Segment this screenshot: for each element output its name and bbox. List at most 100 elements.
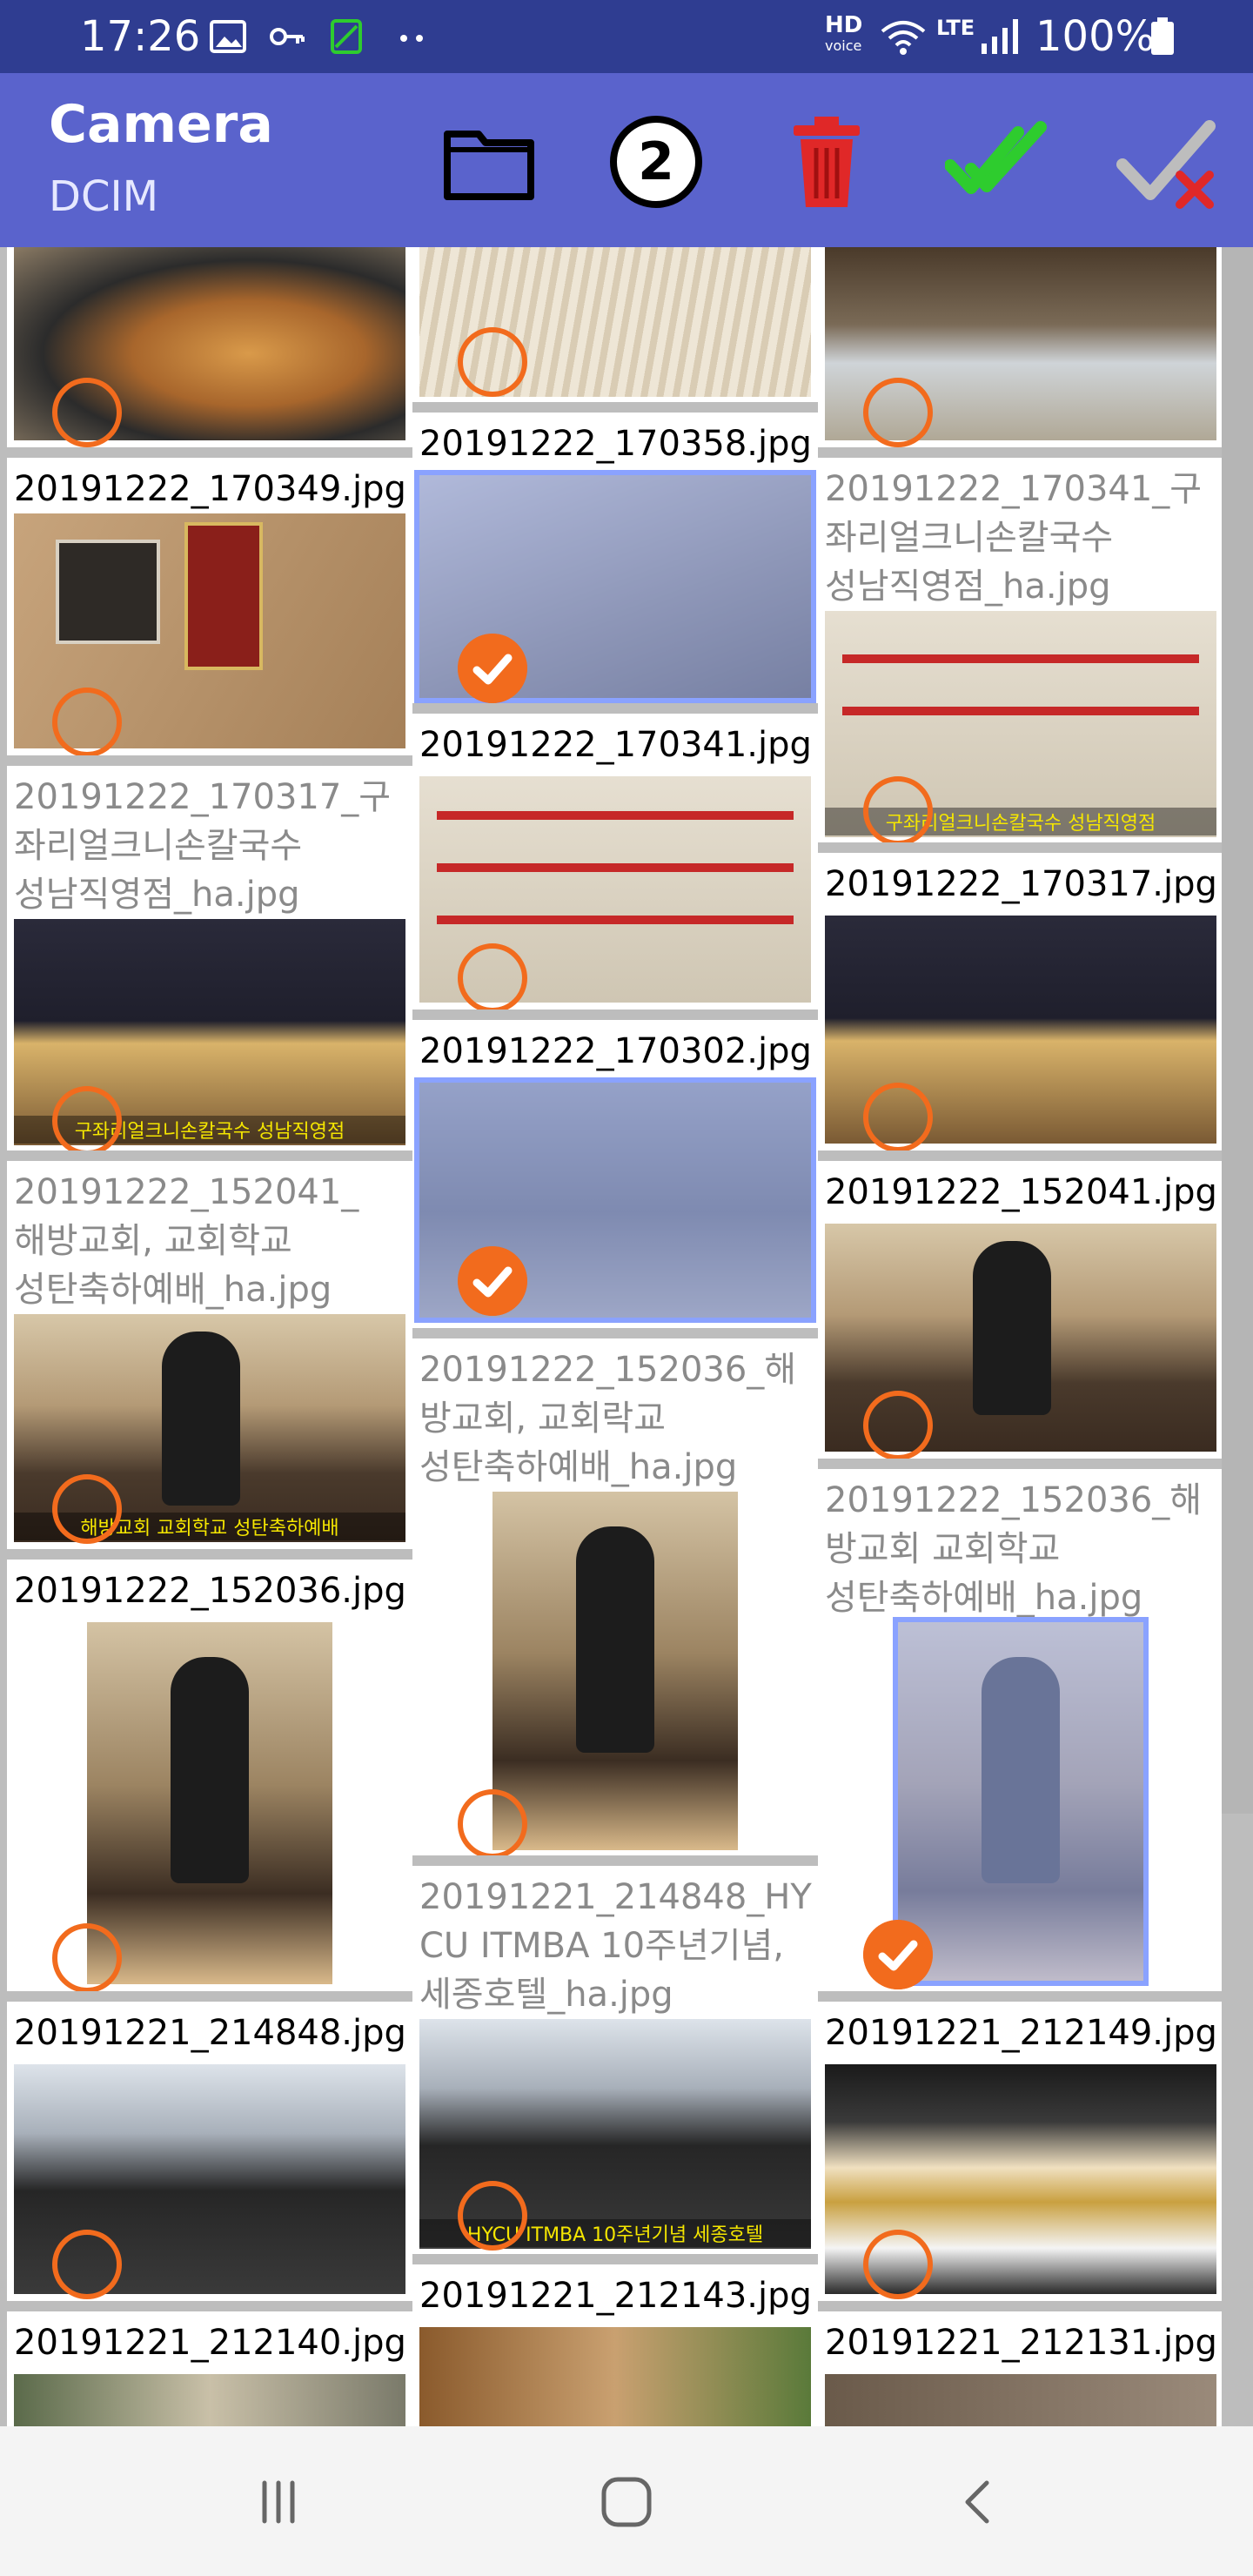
select-circle-icon[interactable] [52,1086,122,1150]
notice-board [184,522,263,670]
photo-cell[interactable]: 20191222_152036.jpg [7,1560,412,1996]
file-name: 20191222_152041_ 해방교회, 교회학교 성탄축하예배_ha.jp… [14,1172,359,1310]
person-figure [576,1526,654,1753]
photo-thumbnail[interactable] [419,2327,811,2426]
person-figure [171,1657,249,1883]
lte-label: LTE [936,16,975,40]
recents-icon [262,2480,295,2524]
photo-cell[interactable]: 20191222_152036_해 방교회, 교회락교 성탄축하예배_ha.jp… [412,1338,818,1861]
photo-cell[interactable]: 20191222_152036_해 방교회 교회학교 성탄축하예배_ha.jpg [818,1469,1223,1996]
file-name: 20191222_170358.jpg [419,424,812,464]
selection-overlay [898,1622,1143,1981]
voice-label: voice [825,37,862,54]
file-name: 20191221_214848.jpg [14,2013,406,2053]
back-icon [965,2480,989,2524]
select-all-button[interactable] [943,108,1051,216]
menu-line [437,811,794,820]
photo-cell[interactable]: 20191222_170358.jpg [412,413,818,708]
select-circle-icon[interactable] [863,2230,933,2299]
select-circle-icon[interactable] [458,327,527,397]
photo-cell[interactable]: 20191222_170349.jpg [7,458,412,761]
photo-cell[interactable]: 20191221_214848_HY CU ITMBA 10주년기념, 세종호텔… [412,1866,818,2259]
select-circle-icon[interactable] [863,1391,933,1459]
status-time: 17:26 [80,12,201,61]
file-name: 20191221_212131.jpg [825,2323,1217,2363]
photo-cell[interactable]: 20191222_170341.jpg [412,714,818,1015]
photo-cell[interactable]: 20191222_170302.jpg [412,1020,818,1333]
photo-cell[interactable]: 20191222_170341_구 좌리얼크니손칼국수 성남직영점_ha.jpg… [818,458,1223,848]
photo-thumbnail[interactable] [492,1492,738,1850]
screen-icon [331,19,362,54]
app-bar: Camera DCIM 2 [0,73,1253,247]
key-icon [270,28,305,45]
selected-count-badge[interactable]: 2 [602,108,710,216]
select-circle-icon[interactable] [458,2181,527,2251]
picture-icon [210,20,246,53]
signal-icon [982,19,1018,54]
wifi-icon [881,21,926,55]
deselect-all-button[interactable] [1114,108,1222,216]
photo-thumbnail[interactable] [893,1617,1149,1986]
select-circle-icon[interactable] [52,688,122,755]
person-figure [162,1332,240,1506]
folder-button[interactable] [435,108,543,216]
uncheck-icon [1116,120,1216,209]
select-circle-icon[interactable] [52,2230,122,2299]
photo-cell[interactable] [818,247,1223,453]
photo-cell[interactable]: 20191222_152041.jpg [818,1161,1223,1464]
person-figure [973,1241,1051,1415]
menu-line [842,654,1199,663]
select-circle-icon[interactable] [52,1474,122,1544]
photo-cell[interactable]: 20191221_212149.jpg [818,2002,1223,2306]
photo-cell[interactable]: 20191221_212131.jpg [818,2311,1223,2426]
hd-label: HD [825,12,863,38]
photo-cell[interactable]: 20191221_212143.jpg [412,2264,818,2426]
folder-icon [444,131,534,200]
photo-cell[interactable] [412,247,818,407]
file-name: 20191222_170341.jpg [419,725,812,765]
file-name: 20191222_170317_구 좌리얼크니손칼국수 성남직영점_ha.jpg [14,777,392,915]
select-circle-icon[interactable] [52,378,122,447]
delete-button[interactable] [773,108,881,216]
select-circle-icon[interactable] [458,943,527,1010]
photo-cell[interactable]: 20191222_152041_ 해방교회, 교회학교 성탄축하예배_ha.jp… [7,1161,412,1554]
home-button[interactable] [574,2463,679,2541]
trash-icon [794,117,860,207]
photo-thumbnail[interactable] [14,2374,405,2426]
photo-cell[interactable]: 20191222_170317_구 좌리얼크니손칼국수 성남직영점_ha.jpg… [7,766,412,1156]
back-button[interactable] [926,2463,1030,2541]
photo-cell[interactable]: 20191222_170317.jpg [818,853,1223,1156]
file-name: 20191222_170302.jpg [419,1031,812,1071]
select-circle-icon[interactable] [458,1789,527,1855]
photo-grid[interactable]: 20191222_170349.jpg 20191222_170317_구 좌리… [0,247,1253,2426]
menu-line [437,916,794,924]
photo-thumbnail[interactable] [825,2374,1216,2426]
photo-cell[interactable] [7,247,412,453]
file-name: 20191222_170317.jpg [825,864,1217,904]
select-circle-icon[interactable] [863,378,933,447]
photo-cell[interactable]: 20191221_214848.jpg [7,2002,412,2306]
select-circle-icon[interactable] [52,1923,122,1991]
select-circle-icon[interactable] [863,776,933,842]
file-name: 20191222_170341_구 좌리얼크니손칼국수 성남직영점_ha.jpg [825,469,1203,607]
file-name: 20191221_212149.jpg [825,2013,1217,2053]
system-nav-bar [0,2426,1253,2576]
menu-line [842,707,1199,715]
photo-thumbnail[interactable] [87,1622,332,1984]
select-circle-icon[interactable] [863,1083,933,1150]
more-dots-icon [400,35,423,42]
status-bar: 17:26 HD voice LTE 100% [0,0,1253,73]
selected-check-icon[interactable] [458,634,527,703]
photo-cell[interactable]: 20191221_212140.jpg [7,2311,412,2426]
double-check-icon [945,121,1047,194]
selected-check-icon[interactable] [863,1920,933,1989]
folder-path: DCIM [49,172,159,221]
file-name: 20191222_152041.jpg [825,1172,1217,1212]
file-name: 20191221_212140.jpg [14,2323,406,2363]
file-name: 20191222_152036_해 방교회, 교회락교 성탄축하예배_ha.jp… [419,1350,797,1487]
recents-button[interactable] [226,2463,331,2541]
home-icon [601,2477,652,2527]
battery-icon [1151,17,1174,55]
scrollbar-thumb[interactable] [1222,247,1253,1814]
selected-check-icon[interactable] [458,1246,527,1316]
